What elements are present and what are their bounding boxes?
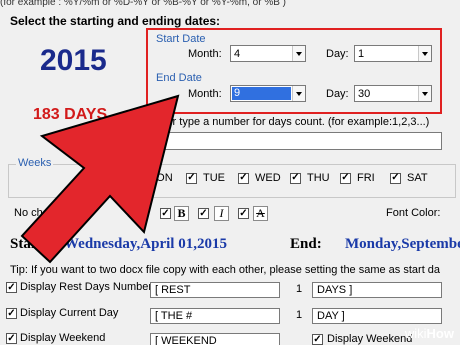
red-arrow-icon bbox=[20, 94, 180, 264]
arrow-shape bbox=[20, 94, 180, 264]
watermark: wikiHow bbox=[404, 326, 454, 341]
